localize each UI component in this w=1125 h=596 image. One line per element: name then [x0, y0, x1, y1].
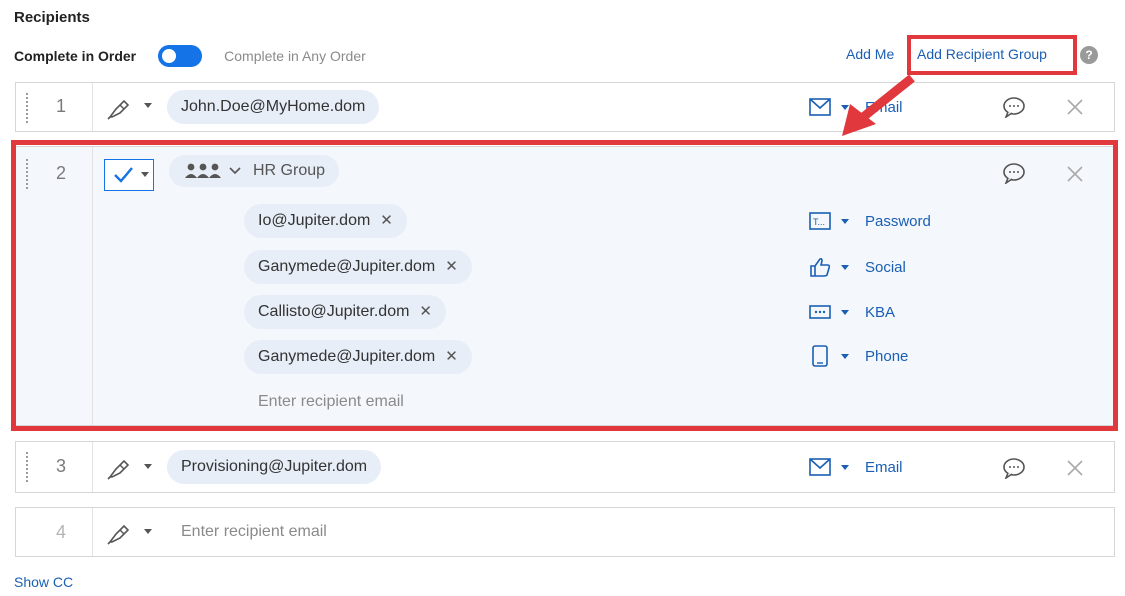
recipient-email-pill[interactable]: John.Doe@MyHome.dom	[167, 90, 380, 124]
recipient-row-3: 3 Provisioning@Jupiter.dom Email	[15, 441, 1115, 493]
drag-handle[interactable]	[26, 452, 30, 482]
order-toggle-row: Complete in Order Complete in Any Order	[14, 44, 366, 68]
highlight-frame	[11, 140, 1118, 431]
add-me-link[interactable]: Add Me	[846, 46, 894, 62]
chevron-down-icon[interactable]	[144, 529, 152, 534]
close-icon[interactable]	[1065, 458, 1085, 478]
toggle-knob	[162, 49, 177, 63]
chevron-down-icon	[841, 464, 849, 470]
callout-box	[907, 35, 1077, 75]
divider	[92, 442, 93, 492]
chevron-down-icon[interactable]	[144, 103, 152, 108]
pen-icon[interactable]	[106, 95, 132, 121]
pen-icon[interactable]	[106, 455, 132, 481]
complete-any-order-label[interactable]: Complete in Any Order	[224, 48, 366, 64]
show-cc-link[interactable]: Show CC	[14, 574, 73, 590]
auth-method-label: Email	[865, 458, 903, 476]
pen-icon[interactable]	[106, 520, 132, 546]
divider	[92, 508, 93, 556]
message-icon[interactable]	[1002, 96, 1026, 118]
help-icon[interactable]: ?	[1080, 46, 1098, 64]
envelope-icon	[809, 97, 831, 117]
recipient-row-4: 4 Enter recipient email	[15, 507, 1115, 557]
complete-in-order-label: Complete in Order	[14, 48, 137, 64]
recipient-number: 4	[55, 522, 66, 542]
recipient-number: 3	[55, 456, 66, 476]
recipient-row-1: 1 John.Doe@MyHome.dom Email	[15, 82, 1115, 132]
recipient-number: 1	[55, 96, 66, 116]
close-icon[interactable]	[1065, 97, 1085, 117]
auth-method-dropdown[interactable]: Email	[809, 97, 903, 117]
envelope-icon	[809, 457, 831, 477]
section-title: Recipients	[14, 9, 90, 26]
message-icon[interactable]	[1002, 457, 1026, 479]
order-toggle[interactable]	[158, 45, 203, 67]
chevron-down-icon	[841, 104, 849, 110]
recipient-email-input[interactable]: Enter recipient email	[181, 523, 327, 541]
auth-method-label: Email	[865, 98, 903, 116]
auth-method-dropdown[interactable]: Email	[809, 457, 903, 477]
chevron-down-icon[interactable]	[144, 464, 152, 469]
divider	[92, 83, 93, 131]
drag-handle[interactable]	[26, 93, 30, 123]
recipient-email-pill[interactable]: Provisioning@Jupiter.dom	[167, 450, 382, 484]
